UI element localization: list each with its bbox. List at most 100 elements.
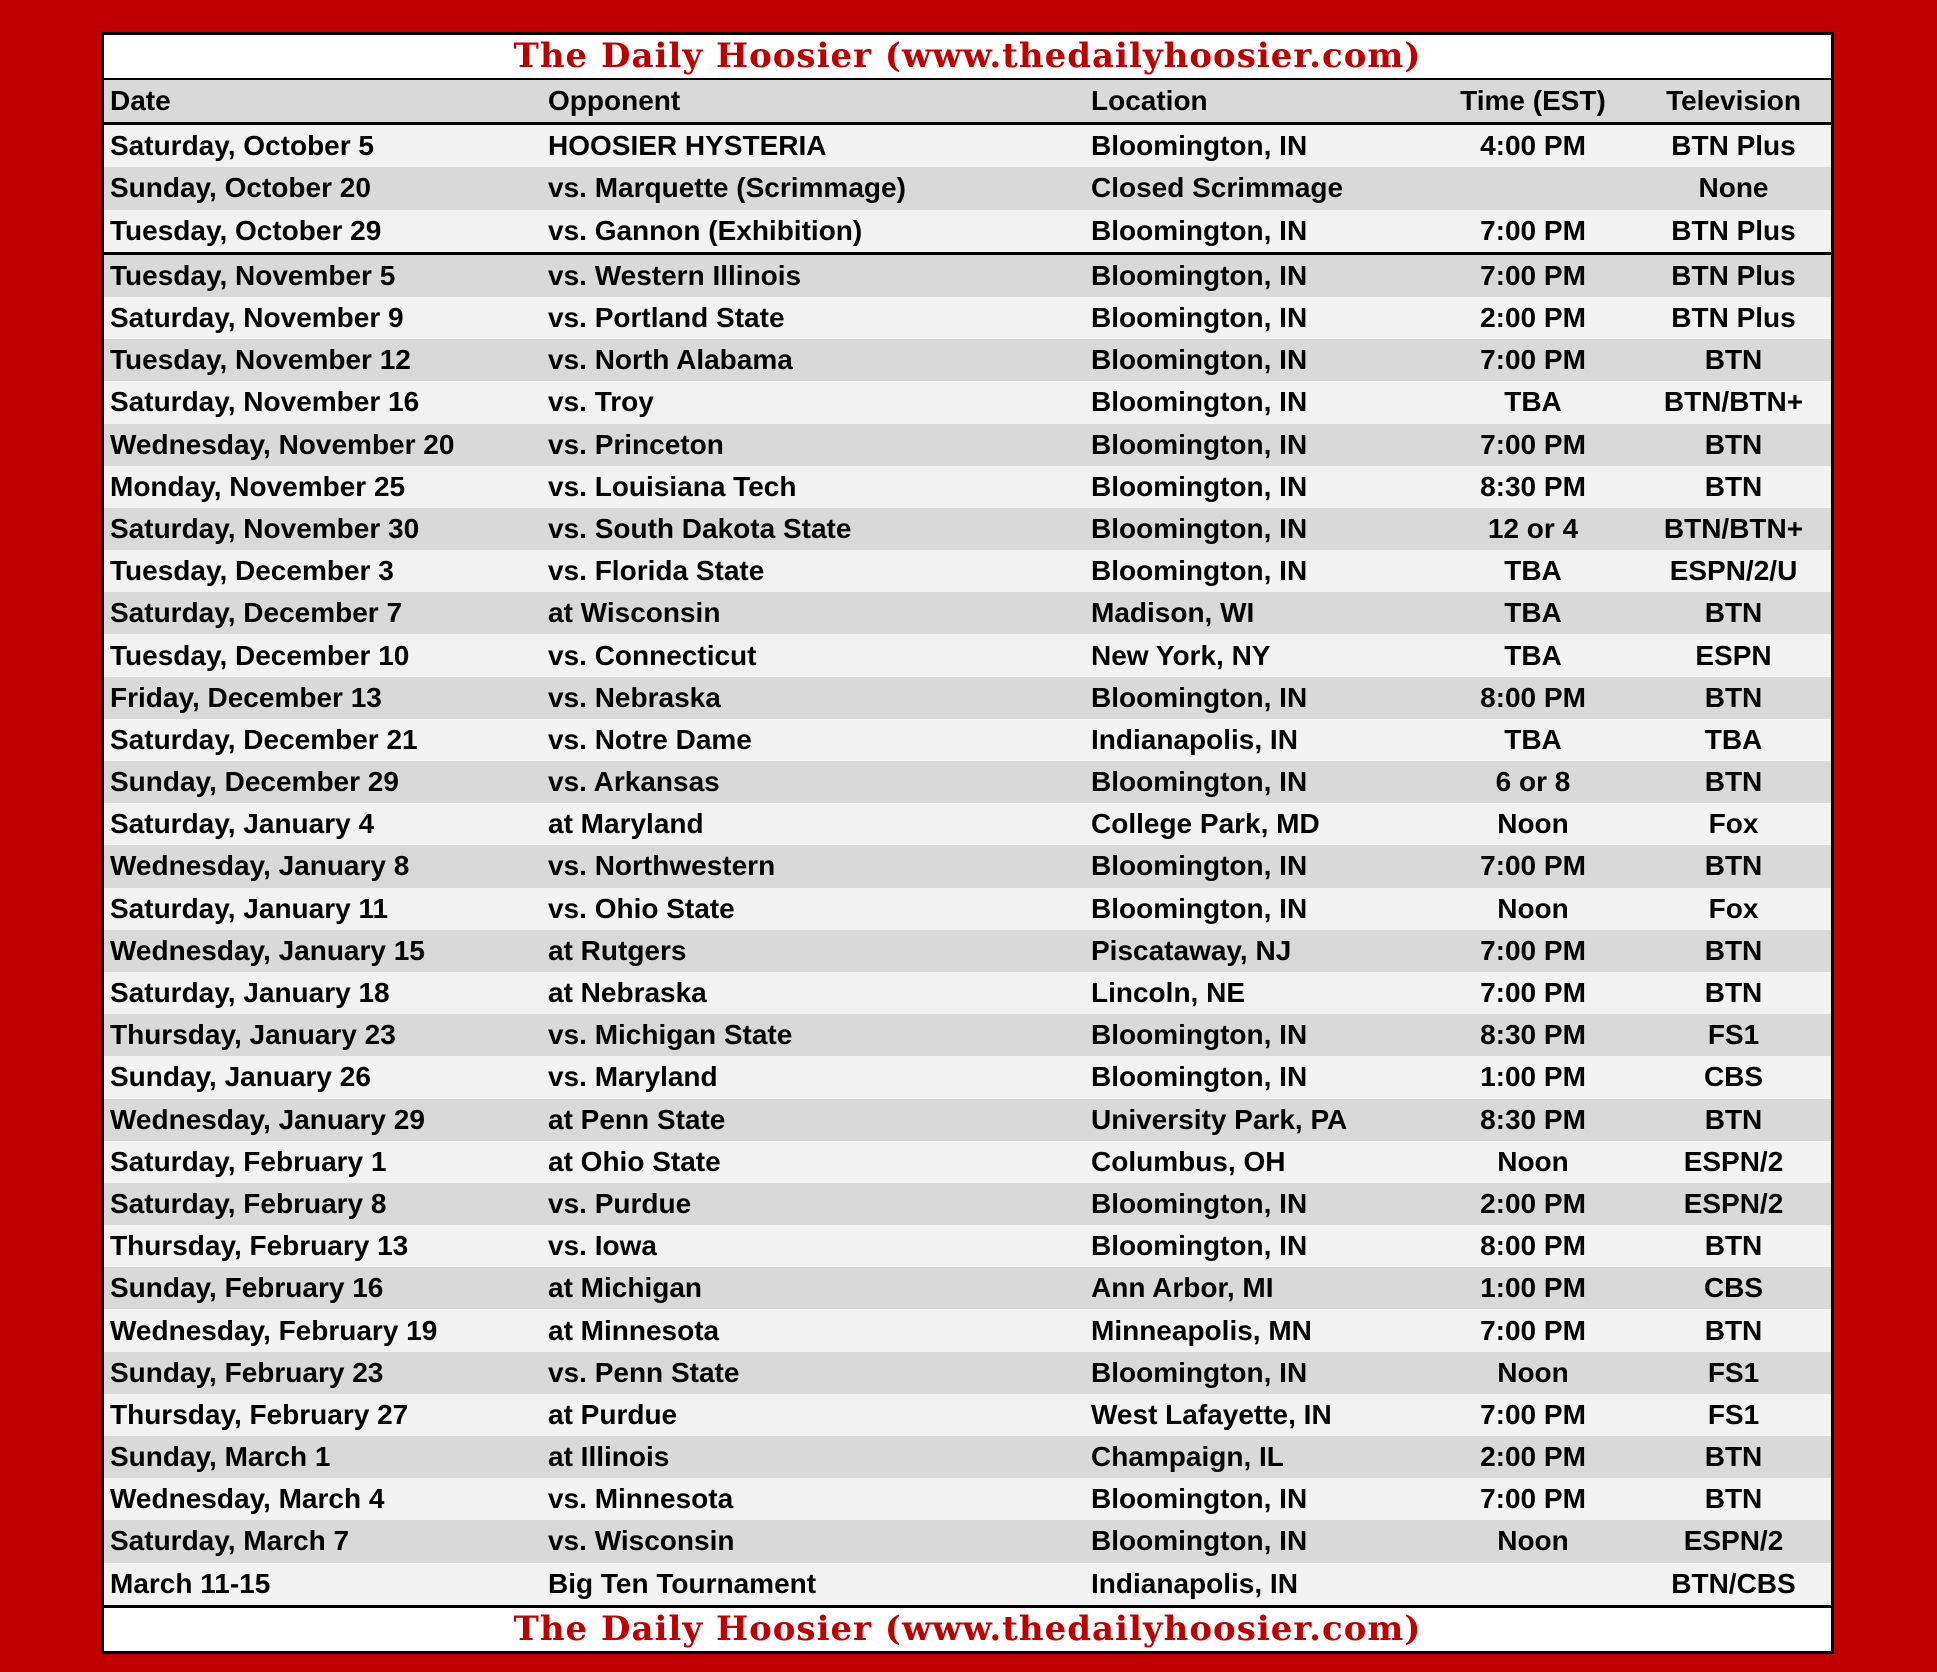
television-cell: BTN Plus bbox=[1636, 253, 1831, 297]
table-row: Tuesday, October 29 vs. Gannon (Exhibitio… bbox=[104, 209, 1831, 255]
television-cell: Fox bbox=[1636, 803, 1831, 846]
television-cell: BTN bbox=[1636, 845, 1831, 888]
date-cell: March 11-15 bbox=[104, 1562, 542, 1605]
table-row: Saturday, January 18 at Nebraska Lincoln, … bbox=[104, 971, 1831, 1015]
location-cell: Bloomington, IN bbox=[1085, 761, 1430, 804]
table-row: Tuesday, November 5 vs. Western Illinois B… bbox=[104, 253, 1831, 297]
location-cell: Bloomington, IN bbox=[1085, 845, 1430, 888]
time-cell: 4:00 PM bbox=[1430, 123, 1636, 168]
date-cell: Tuesday, November 12 bbox=[104, 339, 542, 382]
table-row: Sunday, December 29 vs. Arkansas Bloomingt… bbox=[104, 761, 1831, 804]
header-row: Date Opponent Location Time (EST) Televi… bbox=[104, 80, 1831, 126]
time-cell: 7:00 PM bbox=[1430, 1478, 1636, 1521]
column-header-location: Location bbox=[1085, 80, 1430, 126]
television-cell: Fox bbox=[1636, 887, 1831, 930]
table-row: Thursday, February 27 at Purdue West Lafay… bbox=[104, 1393, 1831, 1436]
schedule-rows: Saturday, October 5 HOOSIER HYSTERIA Bloom… bbox=[104, 123, 1831, 1605]
opponent-cell: vs. Portland State bbox=[542, 296, 1085, 340]
date-cell: Wednesday, January 29 bbox=[104, 1098, 542, 1141]
opponent-cell: vs. Iowa bbox=[542, 1225, 1085, 1268]
date-cell: Friday, December 13 bbox=[104, 676, 542, 719]
column-header-opponent: Opponent bbox=[542, 80, 1085, 126]
television-cell: ESPN/2 bbox=[1636, 1140, 1831, 1183]
time-cell: 7:00 PM bbox=[1430, 253, 1636, 297]
location-cell: Bloomington, IN bbox=[1085, 887, 1430, 930]
opponent-cell: vs. Princeton bbox=[542, 423, 1085, 466]
opponent-cell: at Minnesota bbox=[542, 1309, 1085, 1352]
date-cell: Saturday, January 4 bbox=[104, 803, 542, 846]
opponent-cell: vs. Michigan State bbox=[542, 1014, 1085, 1057]
opponent-cell: Big Ten Tournament bbox=[542, 1562, 1085, 1605]
television-cell: BTN bbox=[1636, 465, 1831, 508]
location-cell: Bloomington, IN bbox=[1085, 1056, 1430, 1099]
television-cell: BTN bbox=[1636, 592, 1831, 635]
date-cell: Sunday, January 26 bbox=[104, 1056, 542, 1099]
table-row: Sunday, February 23 vs. Penn State Bloomin… bbox=[104, 1351, 1831, 1394]
date-cell: Sunday, March 1 bbox=[104, 1436, 542, 1479]
date-cell: Wednesday, November 20 bbox=[104, 423, 542, 466]
table-row: Monday, November 25 vs. Louisiana Tech Blo… bbox=[104, 465, 1831, 508]
location-cell: Piscataway, NJ bbox=[1085, 929, 1430, 972]
television-cell: FS1 bbox=[1636, 1014, 1831, 1057]
date-cell: Saturday, December 7 bbox=[104, 592, 542, 635]
time-cell: 2:00 PM bbox=[1430, 1436, 1636, 1479]
table-row: Saturday, November 9 vs. Portland State Bl… bbox=[104, 296, 1831, 340]
television-cell: BTN bbox=[1636, 971, 1831, 1015]
table-row: Saturday, November 16 vs. Troy Bloomington… bbox=[104, 381, 1831, 424]
time-cell: Noon bbox=[1430, 1520, 1636, 1563]
television-cell: ESPN/2 bbox=[1636, 1182, 1831, 1226]
date-cell: Saturday, February 1 bbox=[104, 1140, 542, 1183]
table-row: Saturday, March 7 vs. Wisconsin Bloomingto… bbox=[104, 1520, 1831, 1563]
television-cell: FS1 bbox=[1636, 1351, 1831, 1394]
television-cell: ESPN bbox=[1636, 634, 1831, 677]
opponent-cell: vs. Western Illinois bbox=[542, 253, 1085, 297]
date-cell: Saturday, January 11 bbox=[104, 887, 542, 930]
location-cell: Bloomington, IN bbox=[1085, 209, 1430, 255]
location-cell: Indianapolis, IN bbox=[1085, 718, 1430, 761]
opponent-cell: at Penn State bbox=[542, 1098, 1085, 1141]
footer-banner: The Daily Hoosier (www.thedailyhoosier.c… bbox=[104, 1604, 1831, 1651]
opponent-cell: vs. Maryland bbox=[542, 1056, 1085, 1099]
location-cell: University Park, PA bbox=[1085, 1098, 1430, 1141]
date-cell: Sunday, October 20 bbox=[104, 167, 542, 210]
opponent-cell: vs. Nebraska bbox=[542, 676, 1085, 719]
time-cell bbox=[1430, 167, 1636, 210]
date-cell: Tuesday, October 29 bbox=[104, 209, 542, 255]
opponent-cell: at Nebraska bbox=[542, 971, 1085, 1015]
column-header-time: Time (EST) bbox=[1430, 80, 1636, 126]
table-row: Saturday, February 8 vs. Purdue Bloomingto… bbox=[104, 1182, 1831, 1226]
table-row: Wednesday, November 20 vs. Princeton Bloom… bbox=[104, 423, 1831, 466]
header-banner: The Daily Hoosier (www.thedailyhoosier.c… bbox=[104, 35, 1831, 80]
location-cell: Bloomington, IN bbox=[1085, 339, 1430, 382]
television-cell: BTN Plus bbox=[1636, 209, 1831, 255]
opponent-cell: vs. Connecticut bbox=[542, 634, 1085, 677]
table-row: Sunday, February 16 at Michigan Ann Arbor,… bbox=[104, 1267, 1831, 1310]
opponent-cell: vs. Northwestern bbox=[542, 845, 1085, 888]
opponent-cell: vs. North Alabama bbox=[542, 339, 1085, 382]
date-cell: Saturday, December 21 bbox=[104, 718, 542, 761]
location-cell: Bloomington, IN bbox=[1085, 123, 1430, 168]
table-row: Sunday, January 26 vs. Maryland Bloomingto… bbox=[104, 1056, 1831, 1099]
time-cell: 7:00 PM bbox=[1430, 1393, 1636, 1436]
time-cell: Noon bbox=[1430, 887, 1636, 930]
opponent-cell: vs. Notre Dame bbox=[542, 718, 1085, 761]
time-cell: TBA bbox=[1430, 550, 1636, 593]
location-cell: Bloomington, IN bbox=[1085, 1351, 1430, 1394]
time-cell bbox=[1430, 1562, 1636, 1605]
table-row: Saturday, November 30 vs. South Dakota St… bbox=[104, 507, 1831, 551]
table-row: Saturday, December 21 vs. Notre Dame India… bbox=[104, 718, 1831, 761]
date-cell: Saturday, November 9 bbox=[104, 296, 542, 340]
date-cell: Thursday, February 13 bbox=[104, 1225, 542, 1268]
table-row: Friday, December 13 vs. Nebraska Bloomingt… bbox=[104, 676, 1831, 719]
opponent-cell: vs. Louisiana Tech bbox=[542, 465, 1085, 508]
location-cell: Bloomington, IN bbox=[1085, 1478, 1430, 1521]
date-cell: Thursday, February 27 bbox=[104, 1393, 542, 1436]
television-cell: BTN Plus bbox=[1636, 296, 1831, 340]
television-cell: CBS bbox=[1636, 1267, 1831, 1310]
opponent-cell: vs. Florida State bbox=[542, 550, 1085, 593]
table-row: Tuesday, December 3 vs. Florida State Bloo… bbox=[104, 550, 1831, 593]
date-cell: Thursday, January 23 bbox=[104, 1014, 542, 1057]
time-cell: TBA bbox=[1430, 381, 1636, 424]
location-cell: Bloomington, IN bbox=[1085, 676, 1430, 719]
television-cell: BTN/CBS bbox=[1636, 1562, 1831, 1605]
